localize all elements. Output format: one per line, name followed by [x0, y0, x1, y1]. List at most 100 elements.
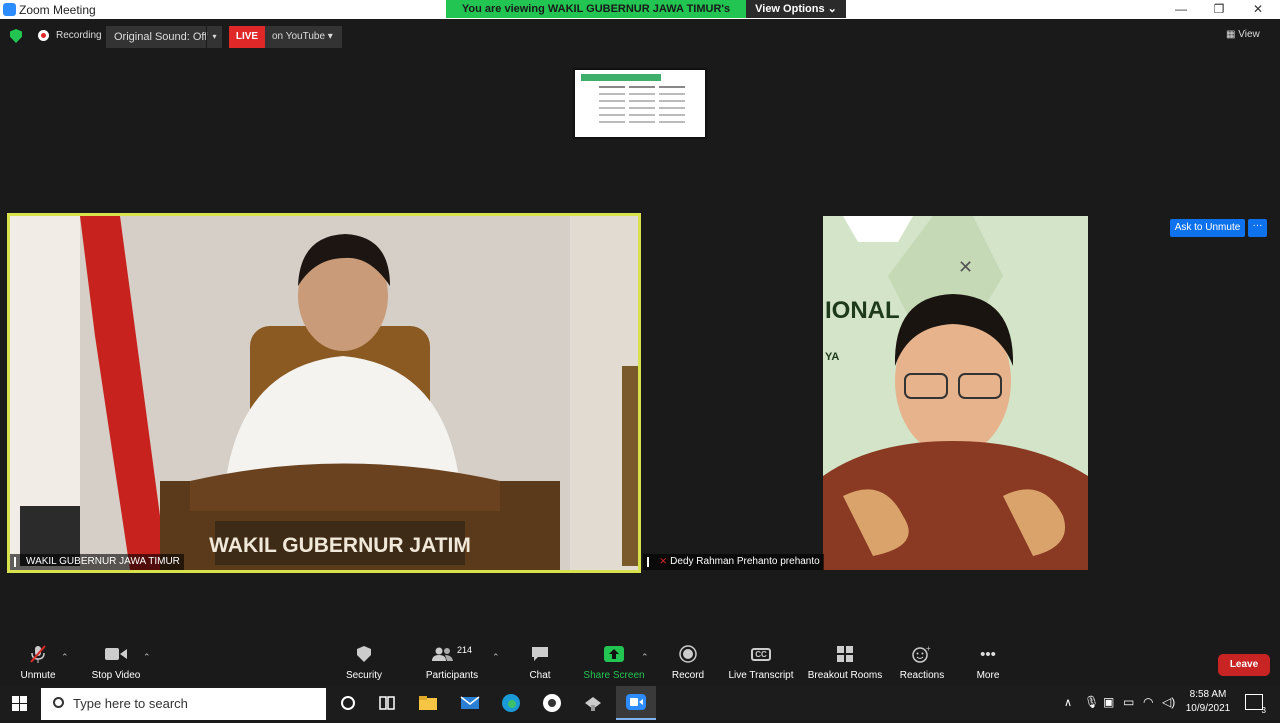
edge-browser-icon[interactable]: [501, 693, 521, 713]
stop-video-button[interactable]: Stop Video: [86, 640, 146, 686]
screen-share-banner: You are viewing WAKIL GUBERNUR JAWA TIMU…: [446, 0, 846, 33]
view-options-button[interactable]: View Options ⌄: [746, 0, 846, 18]
smiley-plus-icon: +: [898, 640, 946, 668]
battery-icon[interactable]: ▭: [1123, 695, 1134, 709]
security-button[interactable]: Security: [338, 640, 390, 686]
live-transcript-button[interactable]: CC Live Transcript: [726, 640, 796, 686]
search-icon: [53, 697, 64, 708]
wifi-icon[interactable]: ◠: [1143, 695, 1153, 709]
closed-caption-icon: CC: [726, 640, 796, 668]
windows-start-icon[interactable]: [12, 696, 27, 711]
live-stream-menu-button[interactable]: on YouTube ▾: [265, 26, 342, 48]
chat-button[interactable]: Chat: [520, 640, 560, 686]
participant-name-label: WAKIL GUBERNUR JAWA TIMUR: [10, 554, 184, 570]
participants-icon: 214: [420, 640, 484, 668]
windows-taskbar: Type here to search ∧ 🎙 ▣ ▭ ◠ ◁) 8:58 AM…: [0, 686, 1280, 720]
recording-label: Recording: [56, 30, 102, 41]
participant-more-button[interactable]: ···: [1248, 219, 1267, 237]
original-sound-button[interactable]: Original Sound: Off ▾: [106, 26, 222, 48]
leave-button[interactable]: Leave: [1218, 654, 1270, 676]
shield-icon: [338, 640, 390, 668]
taskbar-clock[interactable]: 8:58 AM 10/9/2021: [1180, 689, 1236, 714]
shared-screen-thumbnail[interactable]: [573, 68, 707, 139]
close-window-button[interactable]: ✕: [1243, 1, 1273, 18]
clock-date: 10/9/2021: [1185, 703, 1231, 714]
slide-column: [599, 86, 625, 132]
restore-button[interactable]: ❐: [1204, 1, 1234, 18]
volume-icon[interactable]: ◁): [1162, 695, 1175, 709]
video-tile-active-speaker[interactable]: WAKIL GUBERNUR JATIM WAKIL GUBERNUR JAWA…: [7, 213, 641, 573]
breakout-rooms-icon: [806, 640, 884, 668]
ellipsis-icon: •••: [980, 645, 996, 663]
unmute-button[interactable]: Unmute: [14, 640, 62, 686]
original-sound-label: Original Sound: Off: [114, 31, 208, 43]
reactions-button[interactable]: + Reactions: [898, 640, 946, 686]
pin-icon: [647, 557, 654, 567]
chevron-up-icon[interactable]: ⌃: [61, 652, 69, 663]
tray-chevron-up-icon[interactable]: ∧: [1064, 696, 1072, 709]
chat-bubble-icon: [520, 640, 560, 668]
reactions-label: Reactions: [899, 670, 945, 681]
participant-name: WAKIL GUBERNUR JAWA TIMUR: [26, 556, 180, 567]
recording-indicator-icon: [38, 30, 49, 41]
zoom-app-icon: [3, 3, 16, 16]
clock-time: 8:58 AM: [1189, 689, 1227, 700]
stop-video-label: Stop Video: [91, 670, 141, 681]
record-icon: [666, 640, 710, 668]
slide-column: [659, 86, 685, 132]
svg-text:+: +: [926, 645, 931, 653]
slide-header-bar: [581, 74, 661, 81]
notification-count: 3: [1261, 706, 1266, 715]
muted-microphone-icon: [14, 640, 62, 668]
share-screen-icon: [582, 640, 646, 668]
view-label: View: [1238, 29, 1260, 40]
app-icon[interactable]: [583, 693, 603, 713]
cortana-icon[interactable]: [338, 693, 358, 713]
participants-label: Participants: [425, 670, 479, 681]
ask-to-unmute-button[interactable]: Ask to Unmute: [1170, 219, 1245, 237]
unmute-label: Unmute: [20, 670, 56, 681]
window-title: Zoom Meeting: [19, 3, 96, 17]
encryption-shield-icon[interactable]: [10, 29, 22, 43]
record-button[interactable]: Record: [666, 640, 710, 686]
grid-view-icon: ▦: [1226, 29, 1239, 40]
chevron-up-icon[interactable]: ⌃: [641, 652, 649, 663]
video-tile-participant[interactable]: ✕ IONAL YA ⨯ Dedy Rahman Prehanto prehan…: [643, 216, 1269, 570]
search-placeholder: Type here to search: [73, 696, 188, 711]
zoom-taskbar-icon[interactable]: [616, 686, 656, 720]
chat-label: Chat: [529, 670, 551, 681]
chevron-up-icon[interactable]: ⌃: [492, 652, 500, 663]
nameplate-text: WAKIL GUBERNUR JATIM: [209, 534, 471, 557]
share-screen-label: Share Screen: [583, 670, 645, 681]
meeting-toolbar: Unmute ⌃ Stop Video ⌃ Security 214 Parti…: [0, 640, 1280, 686]
breakout-rooms-button[interactable]: Breakout Rooms: [806, 640, 884, 686]
chevron-up-icon[interactable]: ⌃: [143, 652, 151, 663]
view-button[interactable]: ▦ View: [1226, 26, 1272, 44]
more-label: More: [976, 670, 1000, 681]
slide-column: [629, 86, 655, 132]
background-text: YA: [825, 351, 839, 363]
more-button[interactable]: ••• More: [970, 640, 1006, 686]
breakout-rooms-label: Breakout Rooms: [807, 670, 883, 681]
mail-icon[interactable]: [460, 693, 480, 713]
record-label: Record: [671, 670, 705, 681]
chevron-down-icon[interactable]: ▾: [206, 26, 222, 48]
participants-button[interactable]: 214 Participants: [420, 640, 484, 686]
minimize-button[interactable]: —: [1166, 1, 1196, 18]
task-view-icon[interactable]: [377, 693, 397, 713]
meeting-info-bar: Recording Original Sound: Off ▾ LIVE on …: [0, 19, 1280, 53]
background-text: IONAL: [825, 297, 900, 324]
chrome-browser-icon[interactable]: [542, 693, 562, 713]
file-explorer-icon[interactable]: [418, 693, 438, 713]
camera-tray-icon[interactable]: ▣: [1103, 695, 1114, 709]
video-camera-icon: [86, 640, 146, 668]
close-icon: ✕: [958, 257, 973, 278]
notification-center-icon[interactable]: 3: [1245, 694, 1266, 715]
participants-count: 214: [456, 645, 473, 655]
share-screen-button[interactable]: Share Screen: [582, 640, 646, 686]
microphone-tray-icon[interactable]: 🎙: [1084, 695, 1099, 709]
taskbar-search-box[interactable]: Type here to search: [41, 688, 326, 720]
live-badge: LIVE: [229, 26, 265, 48]
security-label: Security: [345, 670, 383, 681]
viewing-screen-text: You are viewing WAKIL GUBERNUR JAWA TIMU…: [446, 0, 746, 33]
